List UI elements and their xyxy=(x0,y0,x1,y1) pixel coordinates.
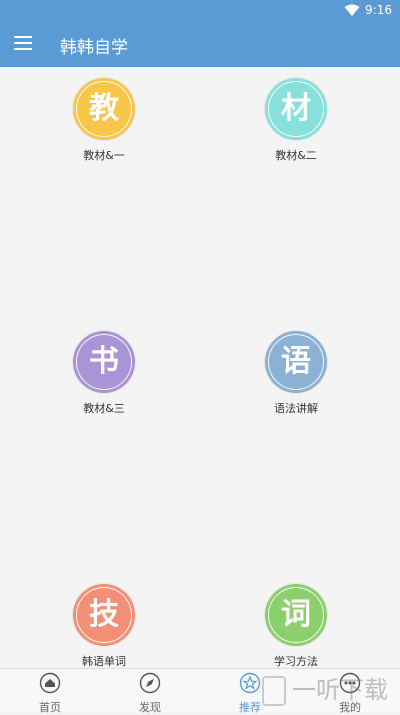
watermark-logo-icon xyxy=(262,676,286,706)
textbook-3-icon: 书 xyxy=(73,331,135,393)
status-time: 9:16 xyxy=(365,3,392,17)
textbook-1-glyph: 教 xyxy=(89,91,119,126)
vocabulary-glyph: 技 xyxy=(89,597,119,632)
compass-icon xyxy=(139,672,161,694)
page-title: 韩韩自学 xyxy=(60,38,128,58)
grid-item-label: 语法讲解 xyxy=(274,402,318,415)
nav-discover-label: 发现 xyxy=(139,701,161,714)
grid-item-label: 学习方法 xyxy=(274,655,318,668)
study-methods-icon: 词 xyxy=(265,584,327,646)
vocabulary-icon: 技 xyxy=(73,584,135,646)
grid-item-textbook-1[interactable]: 教 教材&一 xyxy=(44,78,164,163)
grid-item-label: 教材&三 xyxy=(83,402,125,415)
grid-item-textbook-3[interactable]: 书 教材&三 xyxy=(44,331,164,416)
menu-icon[interactable] xyxy=(14,36,32,50)
textbook-1-icon: 教 xyxy=(73,78,135,140)
textbook-2-glyph: 材 xyxy=(281,91,311,126)
grid-item-textbook-2[interactable]: 材 教材&二 xyxy=(236,78,356,163)
grid-item-grammar[interactable]: 语 语法讲解 xyxy=(236,331,356,416)
textbook-3-glyph: 书 xyxy=(89,344,119,379)
grid-item-study-methods[interactable]: 词 学习方法 xyxy=(236,584,356,669)
grid-item-label: 教材&一 xyxy=(83,149,125,162)
star-icon xyxy=(239,672,261,694)
grid-item-label: 教材&二 xyxy=(275,149,317,162)
watermark-text: 一听下载 xyxy=(292,676,388,704)
nav-home-label: 首页 xyxy=(39,701,61,714)
grammar-glyph: 语 xyxy=(281,344,311,379)
grammar-icon: 语 xyxy=(265,331,327,393)
nav-home[interactable]: 首页 xyxy=(20,672,80,715)
app-bar: 韩韩自学 xyxy=(0,22,400,67)
status-bar: 9:16 xyxy=(0,0,400,22)
home-icon xyxy=(39,672,61,694)
study-methods-glyph: 词 xyxy=(281,597,311,632)
watermark: 一听下载 xyxy=(262,670,400,710)
textbook-2-icon: 材 xyxy=(265,78,327,140)
grid-item-vocabulary[interactable]: 技 韩语单词 xyxy=(44,584,164,669)
wifi-icon xyxy=(344,4,360,16)
nav-discover[interactable]: 发现 xyxy=(120,672,180,715)
grid-item-label: 韩语单词 xyxy=(82,655,126,668)
